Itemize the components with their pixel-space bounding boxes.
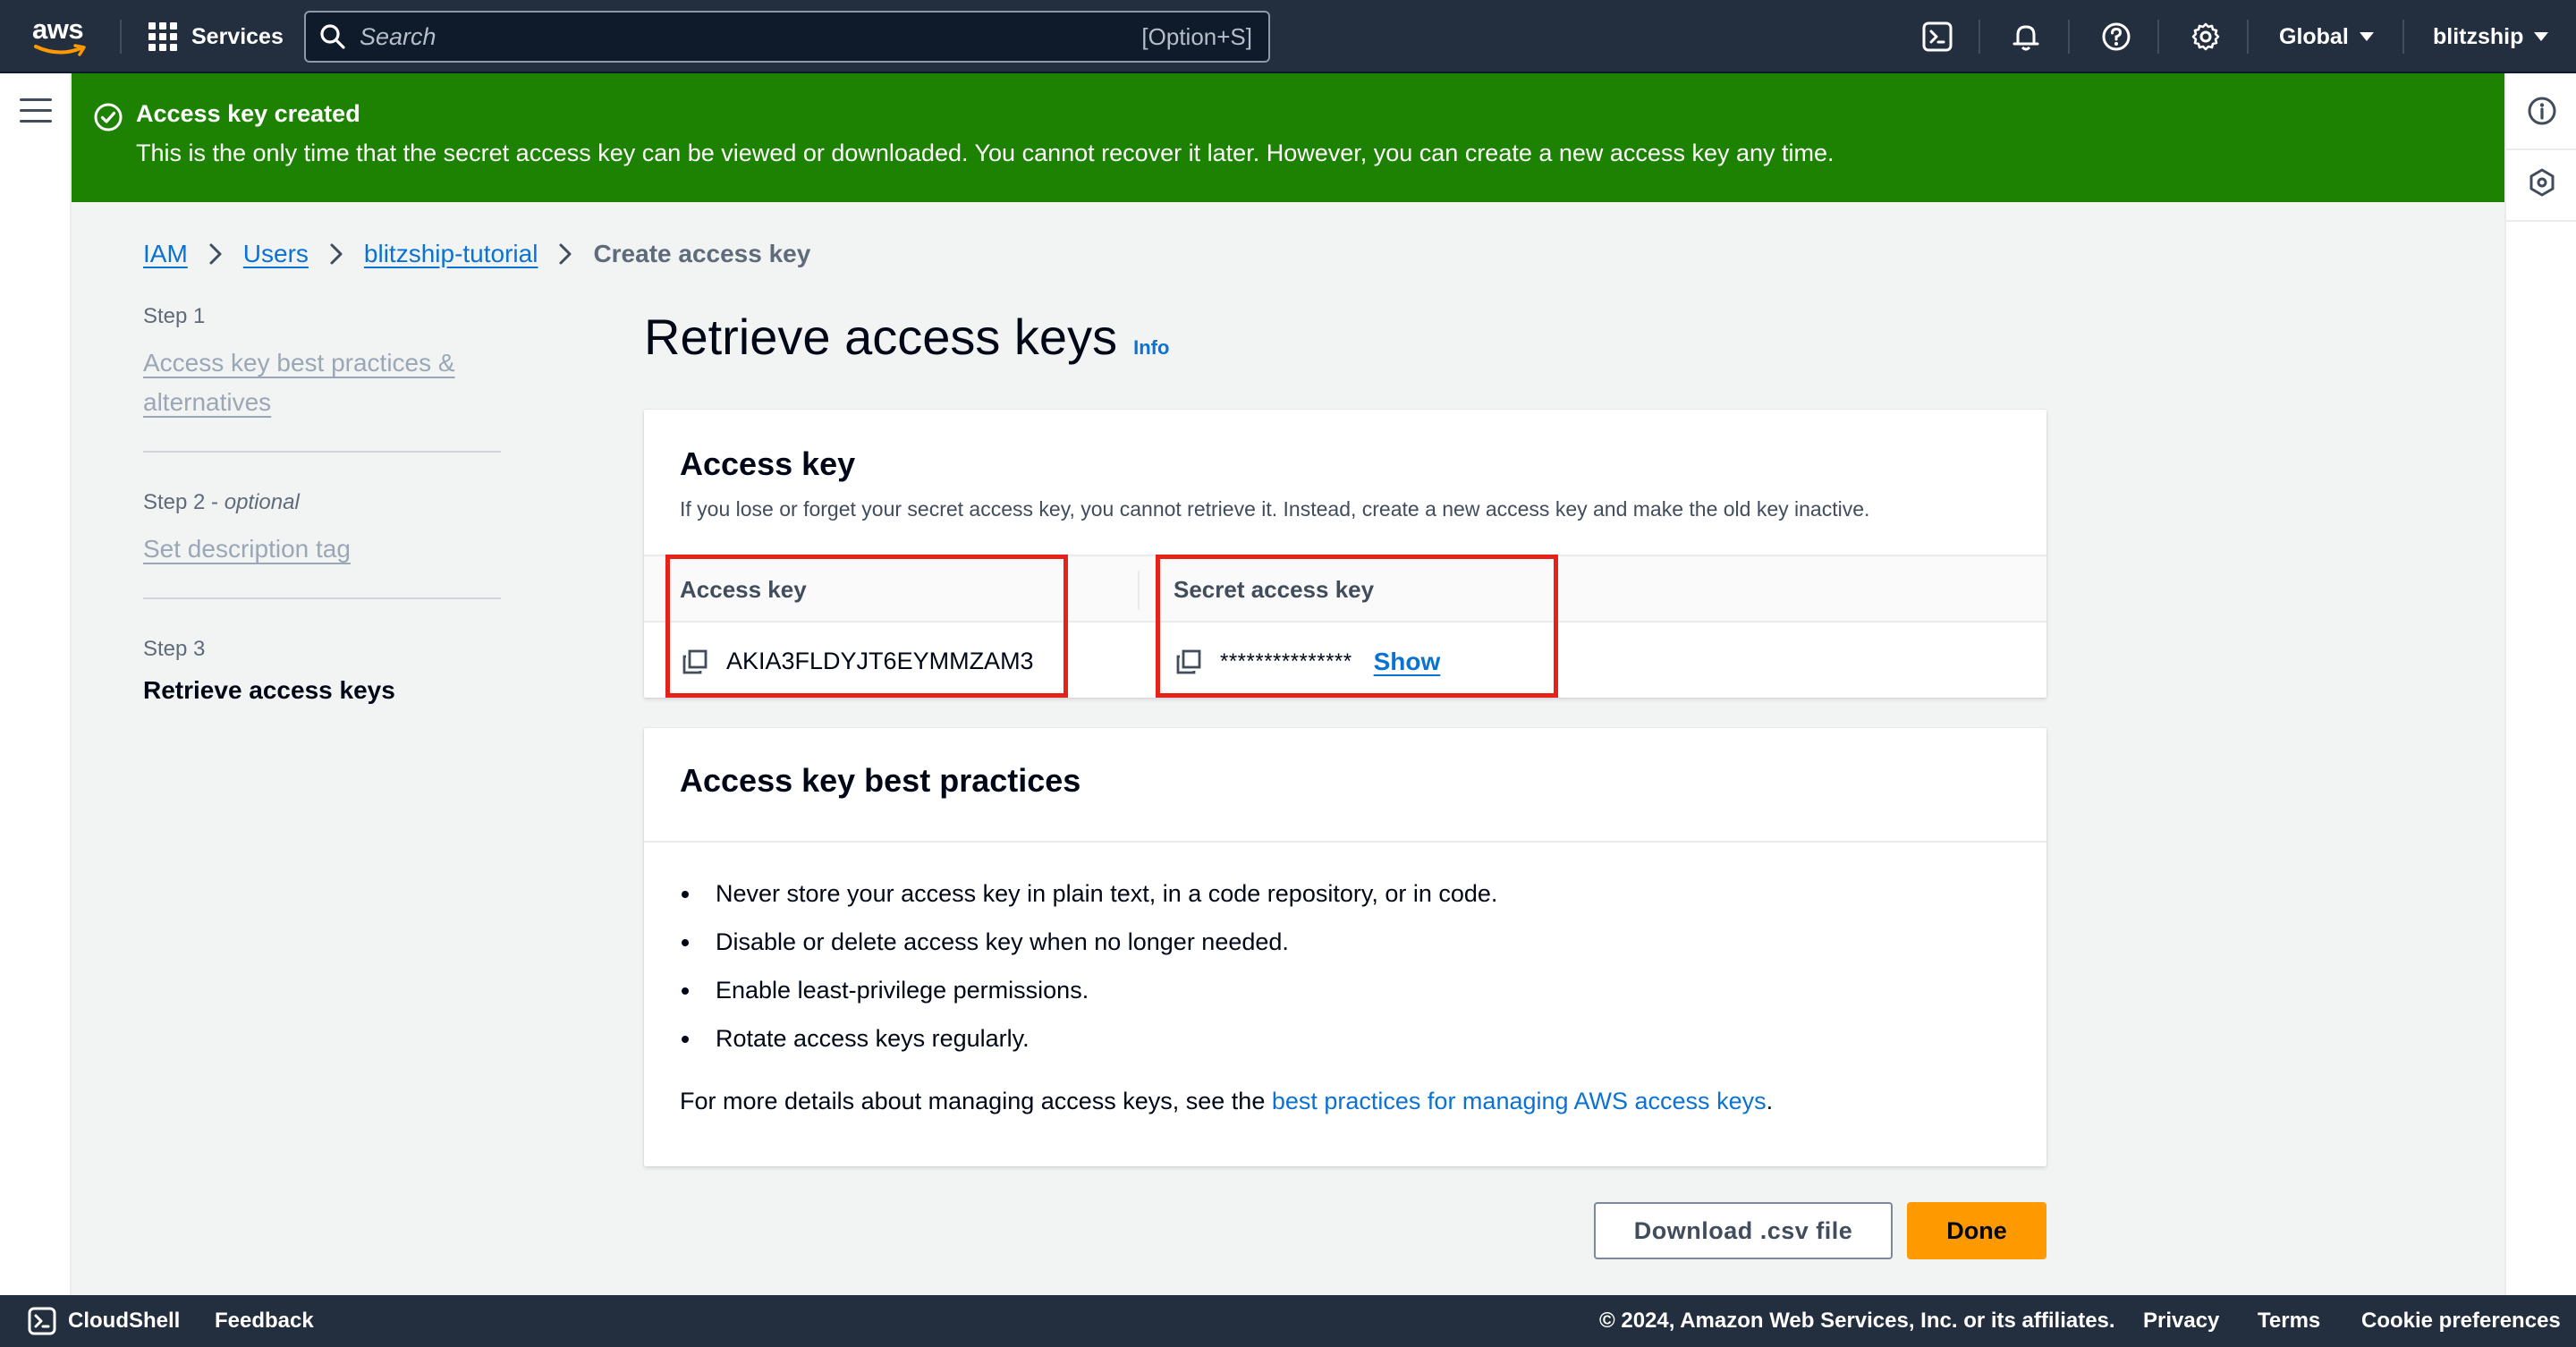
list-item: Disable or delete access key when no lon… [681,928,1497,977]
best-practices-title: Access key best practices [680,762,1081,799]
flash-title: Access key created [136,100,360,127]
menu-icon[interactable] [20,98,52,123]
rail-divider [2506,220,2576,222]
search-icon [306,11,360,63]
copyright-text: © 2024, Amazon Web Services, Inc. or its… [1599,1309,2115,1333]
breadcrumb-iam[interactable]: IAM [143,240,188,268]
footer: CloudShell Feedback © 2024, Amazon Web S… [0,1295,2576,1347]
help-icon[interactable] [2098,19,2134,55]
rail-divider [2506,148,2576,150]
highlight-box-access-key [665,555,1068,698]
aws-logo[interactable]: aws [32,13,89,57]
wizard-step-1: Step 1 Access key best practices & alter… [143,304,501,453]
step-label: Step 3 [143,637,206,661]
nav-divider [1979,20,1980,54]
download-csv-button[interactable]: Download .csv file [1594,1202,1893,1259]
wizard-steps: Step 1 Access key best practices & alter… [143,304,501,771]
step-label: Step 1 [143,304,206,328]
nav-divider [2068,20,2070,54]
section-divider [644,841,2046,843]
chevron-right-icon [328,242,344,266]
access-key-description: If you lose or forget your secret access… [680,497,1870,521]
left-rail [0,73,72,1295]
chevron-right-icon [557,242,573,266]
page-title-text: Retrieve access keys [644,309,1118,365]
aws-logo-text: aws [32,13,84,45]
hexagon-icon[interactable] [2524,165,2560,200]
settings-icon[interactable] [2188,19,2224,55]
services-label: Services [191,23,284,49]
breadcrumb-users[interactable]: Users [243,240,309,268]
access-key-title: Access key [680,445,856,482]
nav-divider [2402,20,2404,54]
highlight-box-secret-key [1156,555,1558,698]
region-label: Global [2279,23,2349,49]
chevron-right-icon [208,242,224,266]
feedback-link[interactable]: Feedback [215,1295,314,1347]
services-grid-icon [148,22,177,51]
search-input[interactable] [360,22,1142,51]
caret-down-icon [2359,32,2374,41]
right-rail [2504,73,2576,1295]
best-practices-container: Access key best practices Never store yo… [644,728,2046,1166]
nav-divider [120,20,122,54]
list-item: Enable least-privilege permissions. [681,977,1497,1025]
cloudshell-button[interactable]: CloudShell [27,1295,180,1347]
access-key-header: Access key If you lose or forget your se… [680,445,1869,521]
best-practices-list: Never store your access key in plain tex… [681,880,1497,1073]
breadcrumb: IAM Users blitzship-tutorial Create acce… [143,236,810,272]
info-icon[interactable] [2524,93,2560,129]
step-2-link[interactable]: Set description tag [143,529,501,569]
wizard-step-2: Step 2 - optional Set description tag [143,490,501,599]
breadcrumb-user[interactable]: blitzship-tutorial [364,240,538,268]
search-shortcut-hint: [Option+S] [1141,22,1252,50]
page-title: Retrieve access keys Info [644,308,1169,366]
bell-icon[interactable] [2008,19,2044,55]
cloudshell-icon [28,1307,56,1335]
success-check-icon [93,102,123,137]
services-menu-button[interactable]: Services [148,0,284,73]
list-item: Rotate access keys regularly. [681,1025,1497,1073]
list-item: Never store your access key in plain tex… [681,880,1497,928]
aws-smile-icon [34,44,86,56]
search-bar[interactable]: [Option+S] [304,11,1270,63]
flash-message: This is the only time that the secret ac… [136,140,1835,166]
column-divider [1138,571,1140,610]
caret-down-icon [2534,32,2549,41]
account-menu[interactable]: blitzship [2433,0,2549,73]
info-link[interactable]: Info [1133,336,1169,360]
top-navigation: aws Services [Option+S] [0,0,2576,73]
nav-divider [2247,20,2249,54]
cloudshell-icon[interactable] [1919,19,1955,55]
terms-link[interactable]: Terms [2258,1295,2320,1347]
privacy-link[interactable]: Privacy [2143,1295,2219,1347]
nav-divider [2157,20,2159,54]
step-3-current: Retrieve access keys [143,676,395,704]
step-1-link[interactable]: Access key best practices & alternatives [143,343,501,422]
cookie-preferences-link[interactable]: Cookie preferences [2361,1295,2561,1347]
done-button[interactable]: Done [1907,1202,2046,1259]
wizard-step-3: Step 3 Retrieve access keys [143,637,501,733]
step-label: Step 2 - optional [143,490,300,514]
best-practices-link[interactable]: best practices for managing AWS access k… [1272,1088,1767,1114]
region-selector[interactable]: Global [2279,0,2374,73]
cloudshell-label: CloudShell [68,1309,181,1333]
account-label: blitzship [2433,23,2524,49]
breadcrumb-current: Create access key [593,240,811,267]
more-details-text: For more details about managing access k… [680,1088,1774,1114]
success-flash-banner: Access key created This is the only time… [72,73,2504,202]
